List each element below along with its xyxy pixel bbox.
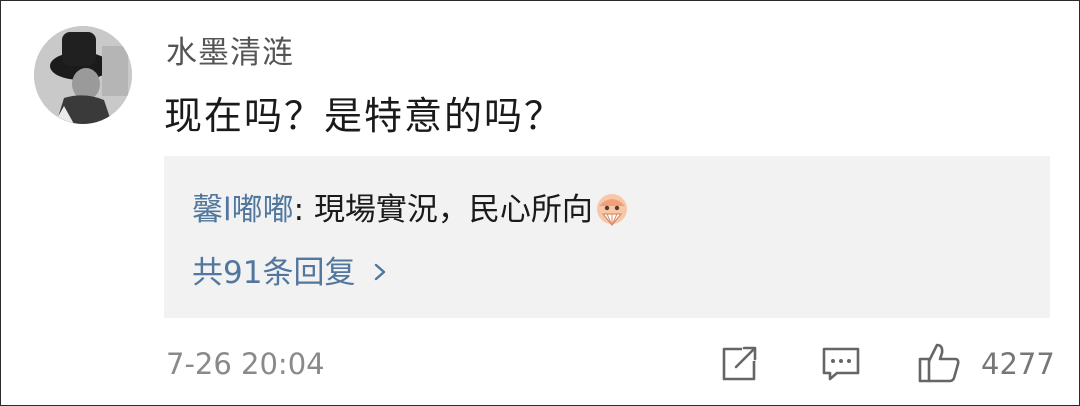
comment-text: 现在吗？是特意的吗？	[164, 94, 565, 138]
view-replies-link[interactable]: 共91条回复	[192, 247, 389, 292]
reply-count-label: 共91条回复	[192, 255, 356, 291]
reply-author[interactable]: 馨l嘟嘟	[192, 192, 294, 228]
comment-icon[interactable]	[821, 341, 861, 385]
thumbs-up-icon	[918, 343, 960, 383]
reply-text: 現場實況，民心所向	[313, 192, 593, 228]
reply-line: 馨l嘟嘟: 現場實況，民心所向	[192, 184, 629, 229]
reply-separator: :	[293, 192, 314, 228]
avatar[interactable]	[34, 26, 132, 124]
avatar-image	[34, 26, 132, 124]
comment-card: 水墨清涟 现在吗？是特意的吗？ 馨l嘟嘟: 現場實況，民心所向 共91条回复 7…	[0, 0, 1080, 406]
share-icon[interactable]	[720, 341, 760, 385]
username[interactable]: 水墨清涟	[166, 27, 294, 72]
like-count: 4277	[981, 347, 1055, 381]
fan-emoji-icon	[596, 194, 627, 226]
like-button[interactable]: 4277	[917, 341, 1055, 385]
comment-timestamp: 7-26 20:04	[166, 347, 325, 381]
reply-preview[interactable]: 馨l嘟嘟: 現場實況，民心所向 共91条回复	[164, 156, 1050, 318]
chevron-right-icon	[375, 263, 386, 281]
